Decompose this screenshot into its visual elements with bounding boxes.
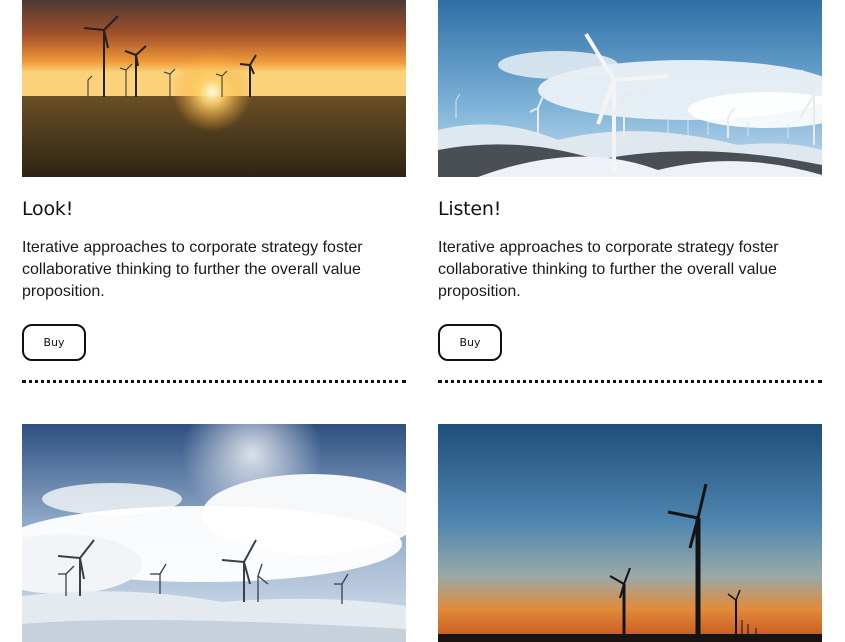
- buy-button[interactable]: Buy: [22, 324, 86, 361]
- dotted-divider: [22, 380, 406, 383]
- card-image-cloudy-snow: [22, 424, 406, 642]
- card-description: Iterative approaches to corporate strate…: [22, 239, 363, 300]
- product-card-4: [438, 424, 822, 642]
- buy-button[interactable]: Buy: [438, 324, 502, 361]
- product-card-3: [22, 424, 406, 642]
- product-card-listen: Listen! Iterative approaches to corporat…: [438, 0, 822, 383]
- product-card-look: Look! Iterative approaches to corporate …: [22, 0, 406, 383]
- dotted-divider: [438, 380, 822, 383]
- card-title: Look!: [22, 198, 74, 220]
- card-image-sunset: [22, 0, 406, 177]
- card-image-snowy-hills: [438, 0, 822, 177]
- card-title: Listen!: [438, 198, 502, 220]
- card-image-dusk-silhouette: [438, 424, 822, 642]
- card-description: Iterative approaches to corporate strate…: [438, 239, 779, 300]
